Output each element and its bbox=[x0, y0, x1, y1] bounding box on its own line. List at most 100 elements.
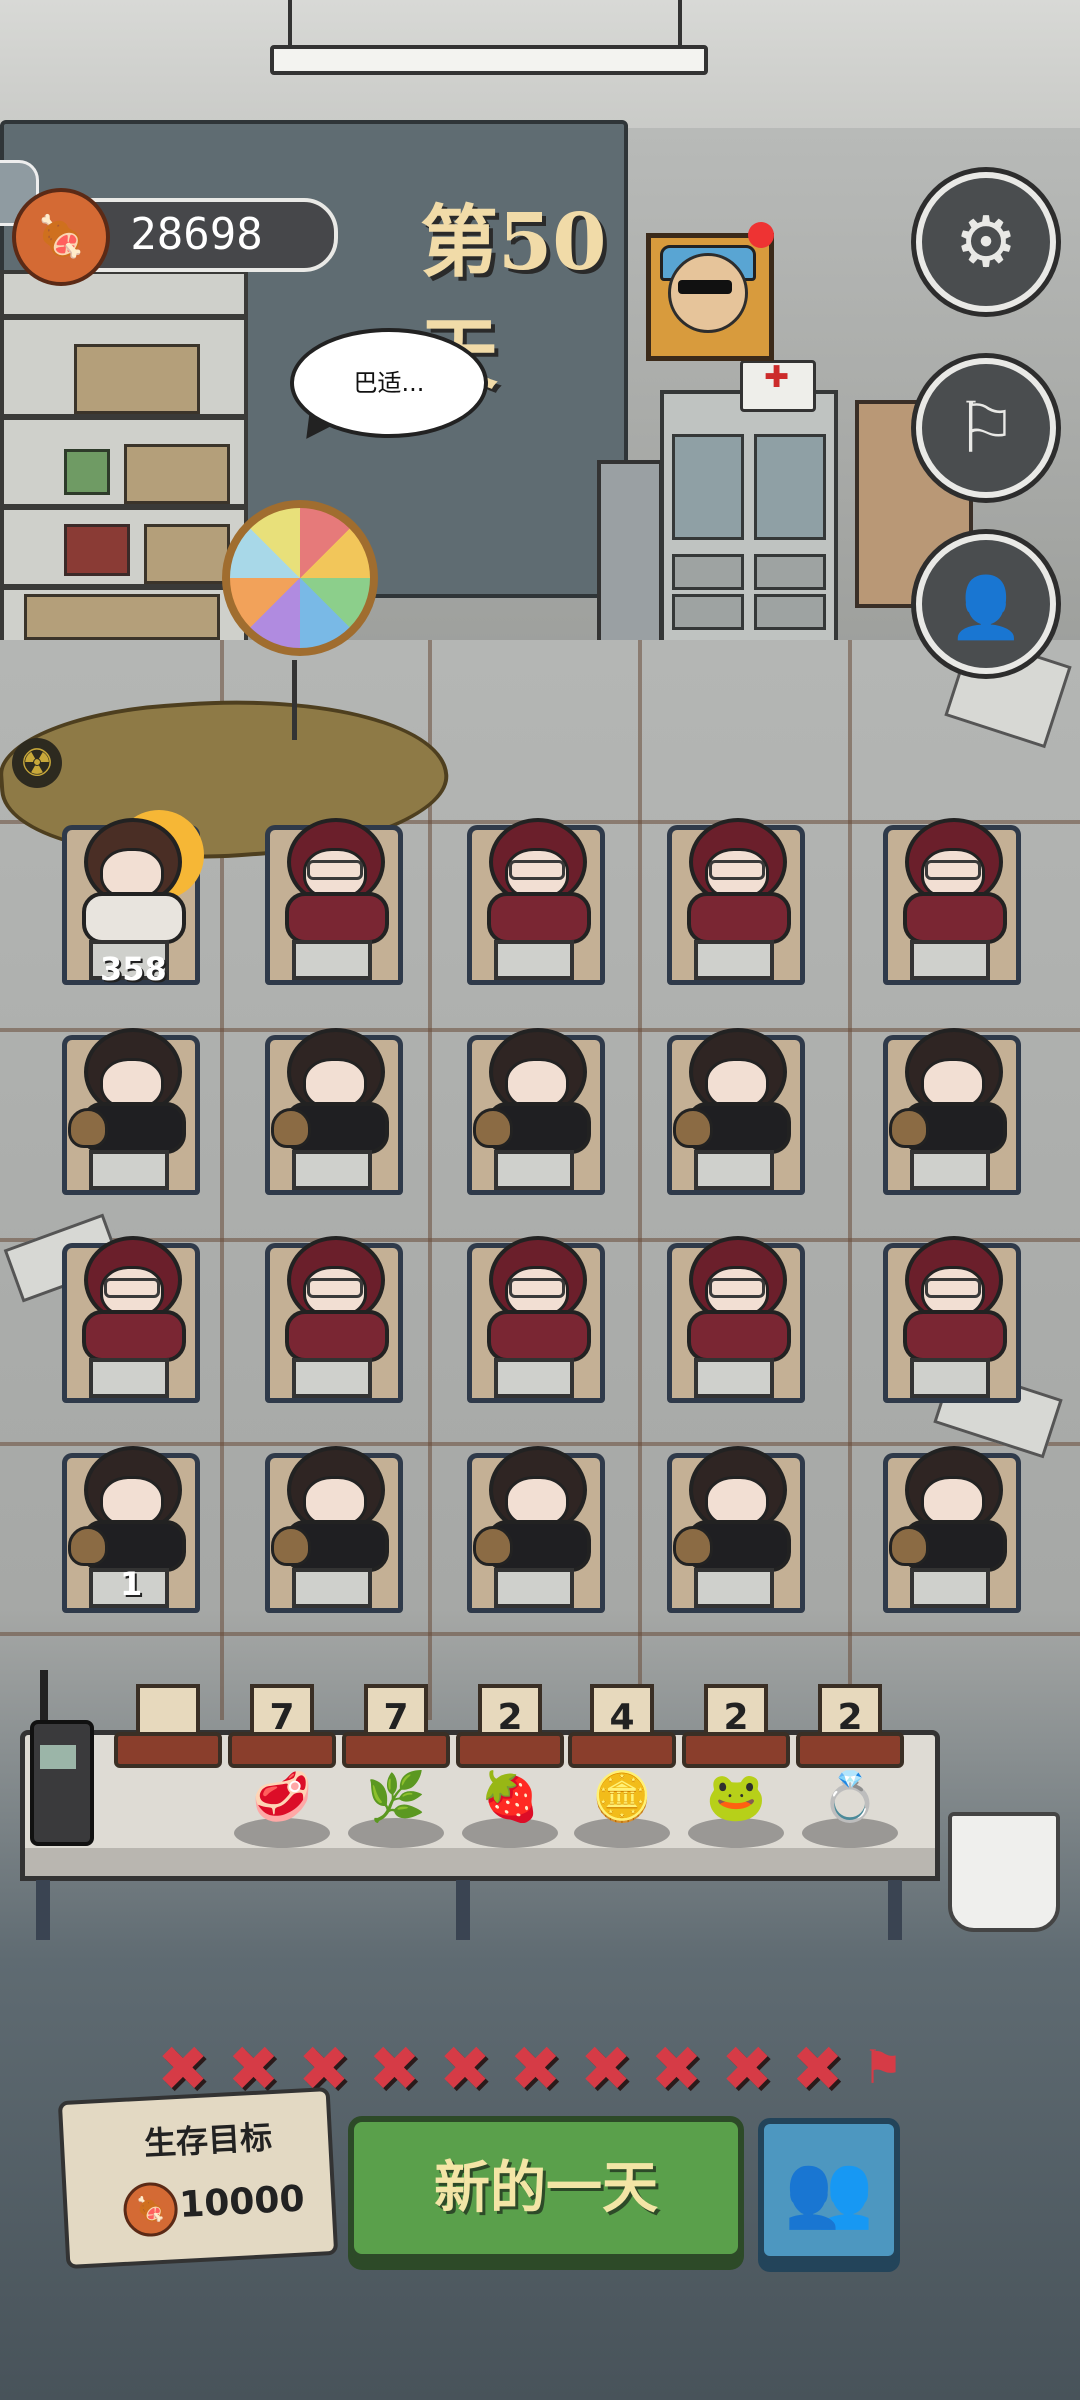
speech-bubble: 巴适... bbox=[290, 328, 488, 438]
money-bag-icon bbox=[673, 1108, 713, 1148]
student-desk[interactable] bbox=[255, 1228, 403, 1403]
student-body bbox=[687, 1310, 791, 1362]
day-x-mark: ✖ bbox=[580, 2032, 632, 2105]
meat-icon: 🍖 bbox=[122, 2181, 179, 2238]
nameplate bbox=[494, 1568, 574, 1608]
day-x-mark: ✖ bbox=[721, 2032, 773, 2105]
student-body bbox=[687, 892, 791, 944]
student-desk[interactable] bbox=[255, 810, 403, 985]
student-desk[interactable] bbox=[52, 1228, 200, 1403]
nameplate bbox=[694, 1568, 774, 1608]
nameplate bbox=[494, 940, 574, 980]
glasses-icon bbox=[307, 1278, 363, 1298]
gold-nugget-icon[interactable]: 🪙 bbox=[581, 1764, 663, 1830]
radiation-icon: ☢ bbox=[12, 738, 62, 788]
nameplate bbox=[89, 1150, 169, 1190]
student-body bbox=[82, 892, 186, 944]
glasses-icon bbox=[509, 1278, 565, 1298]
wheel-stand bbox=[292, 660, 297, 740]
bucket bbox=[948, 1812, 1060, 1932]
nameplate bbox=[694, 1358, 774, 1398]
lamp-wire bbox=[678, 0, 682, 48]
nameplate bbox=[292, 1568, 372, 1608]
radio-antenna bbox=[40, 1670, 48, 1725]
student-body bbox=[285, 1310, 389, 1362]
student-desk[interactable] bbox=[457, 1228, 605, 1403]
glasses-icon bbox=[104, 1278, 160, 1298]
profile-search-button[interactable]: 👤 bbox=[916, 534, 1056, 674]
sunglasses-icon bbox=[678, 280, 732, 294]
nameplate bbox=[694, 1150, 774, 1190]
item-card-base bbox=[342, 1732, 450, 1768]
table-leg bbox=[456, 1880, 470, 1940]
day-x-mark: ✖ bbox=[439, 2032, 491, 2105]
frog-icon[interactable]: 🐸 bbox=[695, 1764, 777, 1830]
money-bag-icon bbox=[68, 1108, 108, 1148]
lamp-wire bbox=[288, 0, 292, 48]
red-cross-icon: ✚ bbox=[764, 360, 790, 395]
flag-icon: ⚐ bbox=[954, 387, 1018, 469]
desk-counter: 1 bbox=[120, 1565, 143, 1603]
student-desk[interactable] bbox=[255, 1438, 403, 1613]
item-card-base bbox=[568, 1732, 676, 1768]
student-desk[interactable] bbox=[457, 810, 605, 985]
group-icon: 👥 bbox=[784, 2148, 874, 2232]
floor-line bbox=[0, 1632, 1080, 1636]
glasses-icon bbox=[709, 1278, 765, 1298]
goal-title: 生存目标 bbox=[143, 2118, 273, 2163]
red-pinecone-icon[interactable]: 🍓 bbox=[469, 1764, 551, 1830]
flag-button[interactable]: ⚐ bbox=[916, 358, 1056, 498]
ring-box-icon[interactable]: 💍 bbox=[809, 1764, 891, 1830]
student-desk[interactable] bbox=[657, 1228, 805, 1403]
student-desk[interactable] bbox=[873, 810, 1021, 985]
money-bag-icon bbox=[473, 1526, 513, 1566]
student-body bbox=[487, 892, 591, 944]
nameplate bbox=[694, 940, 774, 980]
nameplate bbox=[494, 1150, 574, 1190]
nameplate bbox=[910, 1358, 990, 1398]
student-desk[interactable] bbox=[457, 1438, 605, 1613]
student-desk[interactable] bbox=[457, 1020, 605, 1195]
glasses-icon bbox=[307, 860, 363, 880]
new-day-button[interactable]: 新的一天 bbox=[348, 2116, 744, 2260]
day-x-mark: ✖ bbox=[650, 2032, 703, 2105]
meat-pieces-icon[interactable]: 🥩 bbox=[241, 1764, 323, 1830]
student-desk[interactable] bbox=[873, 1228, 1021, 1403]
table-leg bbox=[36, 1880, 50, 1940]
item-card-base bbox=[796, 1732, 904, 1768]
nameplate bbox=[89, 1358, 169, 1398]
glasses-icon bbox=[509, 860, 565, 880]
settings-button[interactable]: ⚙ bbox=[916, 172, 1056, 312]
herb-icon[interactable]: 🌿 bbox=[355, 1764, 437, 1830]
glasses-icon bbox=[925, 860, 981, 880]
student-body bbox=[903, 1310, 1007, 1362]
student-desk[interactable] bbox=[657, 810, 805, 985]
meat-icon: 🍖 bbox=[12, 188, 110, 286]
group-button[interactable]: 👥 bbox=[758, 2118, 900, 2262]
item-card-base bbox=[114, 1732, 222, 1768]
walkie-talkie[interactable] bbox=[30, 1720, 94, 1846]
money-bag-icon bbox=[68, 1526, 108, 1566]
table-leg bbox=[888, 1880, 902, 1940]
student-desk[interactable] bbox=[52, 1020, 200, 1195]
student-body bbox=[903, 892, 1007, 944]
prize-wheel[interactable] bbox=[222, 500, 378, 656]
money-bag-icon bbox=[889, 1526, 929, 1566]
student-body bbox=[82, 1310, 186, 1362]
item-table-front bbox=[20, 1848, 940, 1881]
student-body bbox=[285, 892, 389, 944]
nameplate bbox=[292, 1358, 372, 1398]
survival-goal-card: 生存目标 🍖 10000 bbox=[57, 2086, 339, 2270]
student-desk[interactable] bbox=[873, 1438, 1021, 1613]
radio-screen bbox=[40, 1745, 76, 1769]
money-bag-icon bbox=[271, 1526, 311, 1566]
user-search-icon: 👤 bbox=[948, 573, 1024, 643]
nameplate bbox=[292, 1150, 372, 1190]
student-desk[interactable] bbox=[873, 1020, 1021, 1195]
student-desk[interactable] bbox=[657, 1438, 805, 1613]
money-bag-icon bbox=[889, 1108, 929, 1148]
ceiling-lamp bbox=[270, 45, 708, 75]
medical-cabinet bbox=[660, 390, 838, 648]
student-desk[interactable] bbox=[255, 1020, 403, 1195]
student-desk[interactable] bbox=[657, 1020, 805, 1195]
